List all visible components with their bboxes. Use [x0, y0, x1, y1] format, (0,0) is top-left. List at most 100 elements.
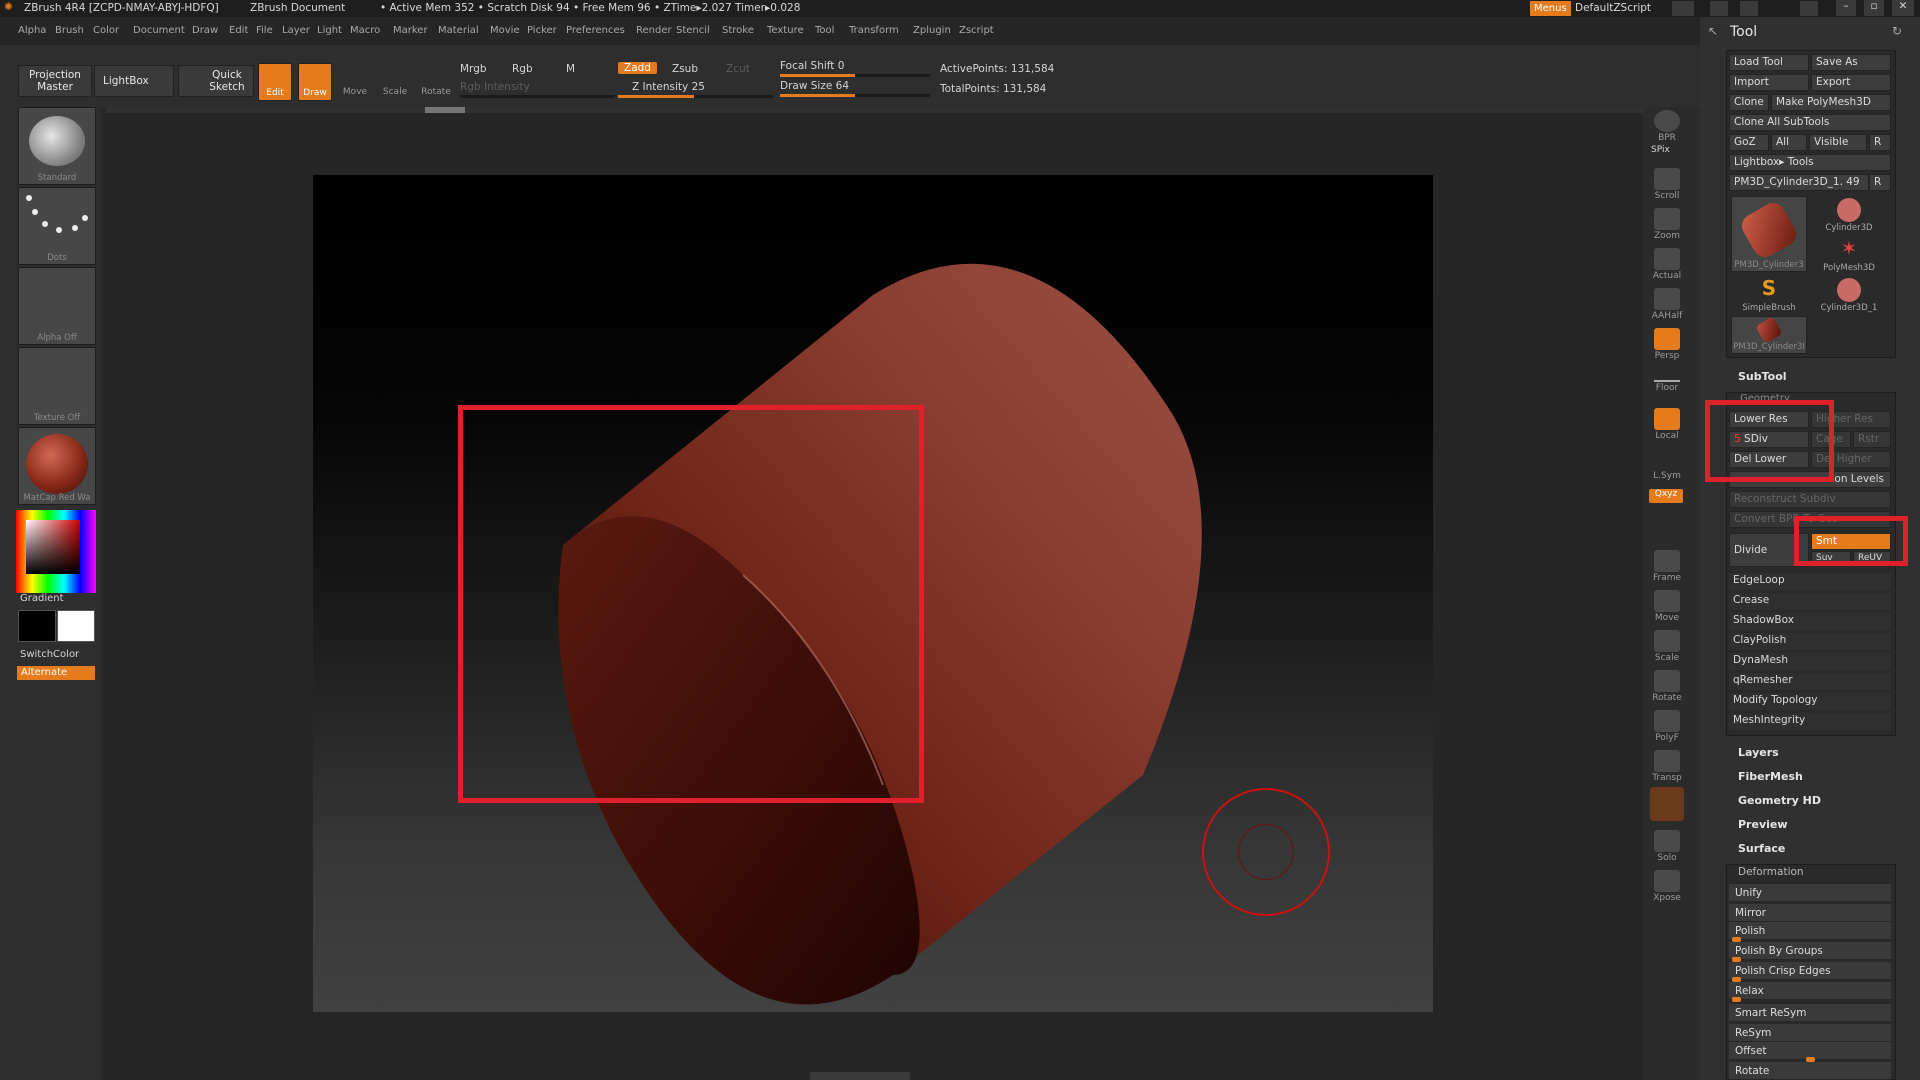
qremesher-subpalette[interactable]: qRemesher [1729, 673, 1891, 690]
current-tool-r-button[interactable]: R [1869, 174, 1891, 191]
geometry-hd-section[interactable]: Geometry HD [1738, 794, 1821, 807]
menu-color[interactable]: Color [93, 25, 119, 36]
move-mode-button[interactable]: Move [338, 63, 372, 101]
swap-icon[interactable] [1740, 1, 1758, 16]
tool-thumb-simplebrush[interactable]: S SimpleBrush [1731, 276, 1807, 314]
goz-r-button[interactable]: R [1869, 134, 1891, 151]
import-button[interactable]: Import [1729, 74, 1809, 91]
zsub-button[interactable]: Zsub [672, 63, 698, 75]
zbrush-logo-icon[interactable]: ✺ [4, 1, 13, 13]
goz-button[interactable]: GoZ [1729, 134, 1769, 151]
secondary-color-swatch[interactable] [57, 610, 95, 642]
solo-button[interactable]: Solo [1648, 827, 1686, 863]
persp-button[interactable]: Persp [1648, 325, 1686, 361]
preview-section[interactable]: Preview [1738, 818, 1788, 831]
color-square[interactable] [26, 520, 80, 574]
bottom-tray-handle[interactable] [810, 1072, 910, 1080]
export-button[interactable]: Export [1811, 74, 1891, 91]
menu-alpha[interactable]: Alpha [18, 25, 46, 36]
menu-tool[interactable]: Tool [815, 25, 834, 36]
menu-picker[interactable]: Picker [527, 25, 557, 36]
tool-thumb-pm3d-2[interactable]: PM3D_Cylinder3I [1731, 316, 1807, 354]
palette-dock-icon[interactable]: ↻ [1892, 24, 1902, 38]
switch-color-button[interactable]: SwitchColor [20, 649, 79, 660]
stroke-thumbnail[interactable]: Dots [18, 187, 96, 265]
polish-by-groups-slider[interactable]: Polish By Groups [1729, 942, 1891, 960]
edit-mode-button[interactable]: Edit [258, 63, 292, 101]
horizontal-scrollbar[interactable] [106, 107, 1643, 113]
polish-knob[interactable] [1732, 937, 1741, 942]
close-icon[interactable]: ✕ [1892, 0, 1914, 16]
goz-all-button[interactable]: All [1771, 134, 1807, 151]
projection-master-button[interactable]: Projection Master [18, 65, 92, 97]
menu-stroke[interactable]: Stroke [722, 25, 754, 36]
menus-button[interactable]: Menus [1530, 1, 1571, 16]
make-polymesh-button[interactable]: Make PolyMesh3D [1771, 94, 1891, 111]
meshintegrity-subpalette[interactable]: MeshIntegrity [1729, 713, 1891, 730]
scroll-button[interactable]: Scroll [1648, 165, 1686, 201]
layers-section[interactable]: Layers [1738, 746, 1779, 759]
menu-zplugin[interactable]: Zplugin [913, 25, 951, 36]
menu-draw[interactable]: Draw [192, 25, 218, 36]
menu-edit[interactable]: Edit [229, 25, 248, 36]
lsym-button[interactable]: L.Sym [1648, 445, 1686, 481]
rotate-deform-slider[interactable]: Rotate [1729, 1062, 1891, 1080]
smart-resym-button[interactable]: Smart ReSym [1729, 1004, 1891, 1022]
claypolish-subpalette[interactable]: ClayPolish [1729, 633, 1891, 650]
unify-button[interactable]: Unify [1729, 884, 1891, 902]
focal-shift-track[interactable] [780, 74, 930, 77]
minimize-icon[interactable]: – [1836, 0, 1856, 16]
aahalf-button[interactable]: AAHalf [1648, 285, 1686, 321]
quick-sketch-button[interactable]: Quick Sketch [178, 65, 254, 97]
menu-marker[interactable]: Marker [393, 25, 428, 36]
tool-thumb-cylinder3d-1[interactable]: Cylinder3D_1 [1809, 276, 1889, 314]
spix-slider[interactable]: SPix [1651, 145, 1670, 155]
draw-mode-button[interactable]: Draw [298, 63, 332, 101]
tool-thumb-active[interactable]: PM3D_Cylinder3 [1731, 196, 1807, 272]
deformation-section[interactable]: Deformation [1738, 866, 1804, 878]
load-tool-button[interactable]: Load Tool [1729, 54, 1809, 71]
menu-zscript[interactable]: Zscript [959, 25, 994, 36]
mirror-button[interactable]: Mirror [1729, 904, 1891, 922]
rotate-button[interactable]: Rotate [1648, 667, 1686, 703]
rgb-intensity-slider[interactable]: Rgb Intensity [460, 81, 530, 93]
color-picker[interactable] [16, 510, 96, 593]
polish-crisp-knob[interactable] [1732, 977, 1741, 982]
maximize-icon[interactable]: ▫ [1864, 0, 1884, 16]
menu-material[interactable]: Material [438, 25, 479, 36]
save-as-button[interactable]: Save As [1811, 54, 1891, 71]
transp-button[interactable]: Transp [1648, 747, 1686, 783]
menu-transform[interactable]: Transform [849, 25, 899, 36]
focal-shift-slider[interactable]: Focal Shift 0 [780, 60, 844, 72]
primary-color-swatch[interactable] [18, 610, 56, 642]
menu-file[interactable]: File [256, 25, 273, 36]
palette-arrow-icon[interactable]: ↖ [1708, 24, 1718, 38]
lightbox-button[interactable]: LightBox [94, 65, 174, 97]
zoom-button[interactable]: Zoom [1648, 205, 1686, 241]
alternate-button[interactable]: Alternate [17, 666, 95, 680]
tool-thumb-polymesh3d[interactable]: ✶ PolyMesh3D [1809, 236, 1889, 274]
floor-button[interactable]: Floor [1648, 365, 1686, 401]
draw-size-slider[interactable]: Draw Size 64 [780, 80, 849, 92]
brush-thumbnail[interactable]: Standard [18, 107, 96, 185]
z-intensity-slider[interactable]: Z Intensity 25 [632, 81, 705, 93]
menu-light[interactable]: Light [317, 25, 342, 36]
subtool-section[interactable]: SubTool [1738, 370, 1787, 383]
menu-movie[interactable]: Movie [490, 25, 520, 36]
surface-section[interactable]: Surface [1738, 842, 1785, 855]
texture-thumbnail[interactable]: Texture Off [18, 347, 96, 425]
tool-thumb-cylinder3d[interactable]: Cylinder3D [1809, 196, 1889, 234]
zcut-button[interactable]: Zcut [726, 63, 750, 75]
resym-button[interactable]: ReSym [1729, 1024, 1891, 1042]
alpha-thumbnail[interactable]: Alpha Off [18, 267, 96, 345]
polish-crisp-edges-slider[interactable]: Polish Crisp Edges [1729, 962, 1891, 980]
m-button[interactable]: M [566, 63, 575, 75]
gradient-label[interactable]: Gradient [20, 593, 64, 604]
polyf-button[interactable]: PolyF [1648, 707, 1686, 743]
z-intensity-track[interactable] [618, 95, 773, 98]
relax-slider[interactable]: Relax [1729, 982, 1891, 1000]
rgb-intensity-track[interactable] [460, 95, 615, 98]
menu-texture[interactable]: Texture [767, 25, 804, 36]
ghost-button[interactable] [1650, 787, 1684, 821]
horizontal-scroll-thumb[interactable] [425, 107, 465, 113]
